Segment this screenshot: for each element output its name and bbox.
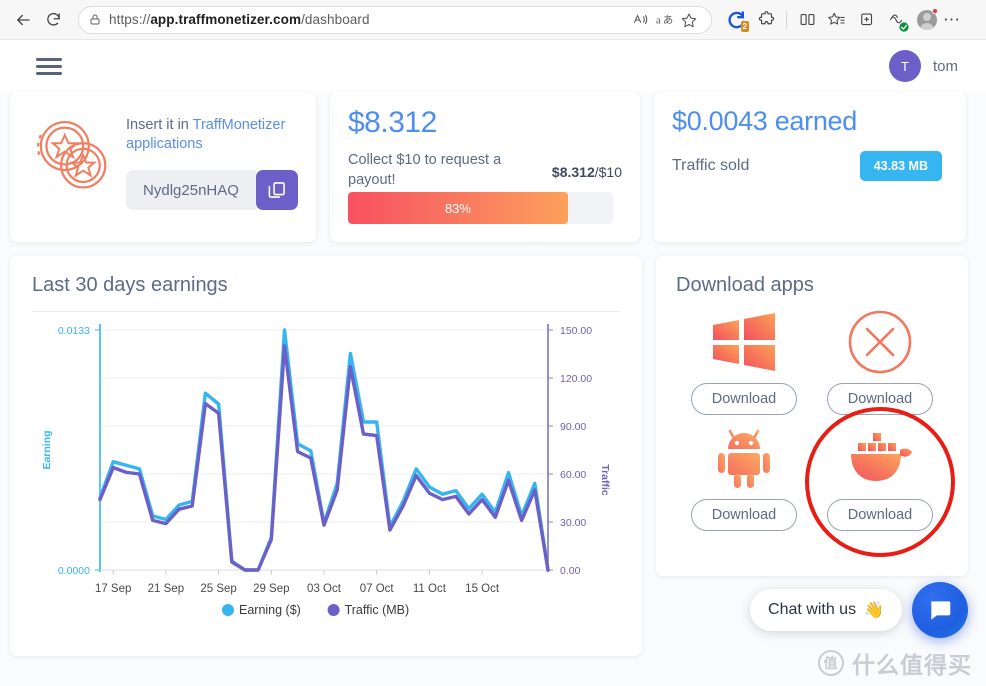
download-item-windows: Download (676, 305, 812, 415)
profile-avatar-icon[interactable] (913, 6, 941, 34)
username-label: tom (933, 58, 958, 75)
waving-hand-icon: 👋 (864, 600, 884, 620)
svg-text:あ: あ (663, 14, 673, 26)
user-menu[interactable]: T tom (889, 50, 958, 82)
balance-amount: $8.312 (348, 106, 622, 140)
svg-text:a: a (656, 15, 661, 26)
payout-note: Collect $10 to request a payout! (348, 150, 523, 190)
chat-widget: Chat with us 👋 (750, 582, 968, 638)
extension-badge-count: 2 (741, 21, 749, 32)
docker-logo-icon (843, 421, 917, 495)
watermark-text: 什么值得买 (852, 646, 972, 680)
read-aloud-icon[interactable] (629, 8, 653, 32)
url-text: https://app.traffmonetizer.com/dashboard (109, 12, 629, 27)
svg-text:29 Sep: 29 Sep (253, 583, 289, 595)
copilot-icon[interactable]: 2 (722, 6, 750, 34)
chat-prompt-text: Chat with us (768, 601, 856, 619)
lock-icon (89, 13, 101, 26)
download-button-windows[interactable]: Download (691, 383, 798, 415)
svg-text:Earning: Earning (41, 430, 53, 469)
star-icon[interactable] (677, 8, 701, 32)
download-item-x-circle: Download (812, 305, 948, 415)
download-button-x-circle[interactable]: Download (827, 383, 934, 415)
chat-bubble-icon[interactable] (912, 582, 968, 638)
svg-text:30.00: 30.00 (560, 517, 586, 529)
back-arrow-icon[interactable] (8, 5, 38, 35)
watermark-badge: 值 (818, 650, 844, 676)
traffic-sold-label: Traffic sold (672, 157, 749, 175)
svg-text:Traffic: Traffic (599, 464, 611, 496)
coins-illustration-icon (28, 112, 120, 204)
windows-logo-icon (711, 305, 777, 379)
svg-text:Earning ($): Earning ($) (239, 603, 301, 617)
svg-text:17 Sep: 17 Sep (95, 583, 131, 595)
payout-fraction: $8.312/$10 (552, 150, 622, 180)
download-apps-title: Download apps (676, 274, 948, 297)
earnings-chart-card: Last 30 days earnings 0.00 30.00 60.00 90.0… (10, 256, 642, 656)
favorites-list-icon[interactable] (823, 6, 851, 34)
svg-text:25 Sep: 25 Sep (200, 583, 236, 595)
avatar: T (889, 50, 921, 82)
svg-text:15 Oct: 15 Oct (465, 583, 500, 595)
traffic-card: $0.0043 earned Traffic sold 43.83 MB (654, 92, 966, 242)
insert-instruction: Insert it in TraffMonetizer applications (126, 116, 298, 154)
svg-text:60.00: 60.00 (560, 469, 586, 481)
download-item-docker: Download (812, 421, 948, 531)
app-viewport: T tom (0, 40, 986, 686)
extensions-puzzle-icon[interactable] (752, 6, 780, 34)
svg-text:0.0133: 0.0133 (58, 325, 90, 337)
download-button-android[interactable]: Download (691, 499, 798, 531)
payout-progress-bar: 83% (348, 192, 613, 224)
split-screen-icon[interactable] (793, 6, 821, 34)
svg-text:0.00: 0.00 (560, 565, 581, 577)
download-grid: Download Download (676, 305, 948, 531)
collections-icon[interactable] (853, 6, 881, 34)
token-value: Nydlg25nHAQ (126, 170, 256, 210)
svg-text:90.00: 90.00 (560, 421, 586, 433)
watermark: 值 什么值得买 (818, 646, 972, 680)
earned-amount: $0.0043 earned (672, 106, 948, 137)
app-header: T tom (0, 40, 986, 92)
toolbar-separator (786, 11, 787, 29)
svg-text:120.00: 120.00 (560, 373, 592, 385)
svg-text:Traffic (MB): Traffic (MB) (345, 603, 410, 617)
chat-prompt[interactable]: Chat with us 👋 (750, 589, 902, 631)
android-logo-icon (714, 421, 774, 495)
download-item-android: Download (676, 421, 812, 531)
payout-progress-fill: 83% (348, 192, 568, 224)
hamburger-menu-icon[interactable] (32, 54, 66, 79)
svg-text:11 Oct: 11 Oct (413, 583, 447, 595)
page-title: Last 30 days earnings (32, 274, 620, 297)
token-card: Insert it in TraffMonetizer applications… (10, 92, 316, 242)
status-badge: 43.83 MB (860, 151, 942, 181)
browser-essentials-icon[interactable] (883, 6, 911, 34)
earnings-chart: 0.00 30.00 60.00 90.00 120.00 150.00 0.0133 0.0… (32, 312, 620, 642)
copy-icon[interactable] (256, 170, 298, 210)
browser-toolbar: https://app.traffmonetizer.com/dashboard… (0, 0, 986, 40)
svg-text:0.0000: 0.0000 (58, 565, 90, 577)
x-circle-logo-icon (847, 305, 913, 379)
browser-settings-icon[interactable]: ⋯ (943, 10, 966, 30)
svg-text:21 Sep: 21 Sep (148, 583, 184, 595)
svg-text:07 Oct: 07 Oct (360, 583, 395, 595)
address-bar[interactable]: https://app.traffmonetizer.com/dashboard… (78, 6, 712, 34)
translate-icon[interactable]: aあ (653, 8, 677, 32)
payout-progress-label: 83% (445, 201, 471, 216)
download-button-docker[interactable]: Download (827, 499, 934, 531)
svg-text:03 Oct: 03 Oct (307, 583, 342, 595)
summary-row: Insert it in TraffMonetizer applications… (10, 92, 976, 242)
token-field[interactable]: Nydlg25nHAQ (126, 170, 298, 210)
payout-card: $8.312 Collect $10 to request a payout! … (330, 92, 640, 242)
browser-action-icons: 2 ⋯ (722, 6, 970, 34)
reload-icon[interactable] (38, 5, 68, 35)
chart-svg: 0.00 30.00 60.00 90.00 120.00 150.00 0.0133 0.0… (32, 312, 620, 642)
download-apps-card: Download apps Download (656, 256, 968, 576)
svg-text:150.00: 150.00 (560, 325, 592, 337)
